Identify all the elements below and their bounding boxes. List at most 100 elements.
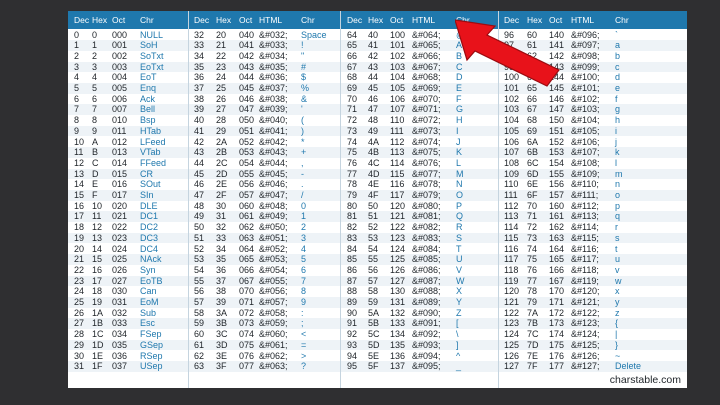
cell-chr: h [615,115,621,126]
cell-hex: 70 [527,200,538,211]
cell-dec: 5 [74,83,80,93]
cell-oct: 155 [549,168,565,179]
cell-html: &#053; [259,254,288,265]
cell-chr: I [456,125,459,136]
cell-chr: EoM [140,297,159,307]
cell-hex: 40 [368,29,379,40]
cell-dec: 110 [504,179,519,190]
cell-html: &#101; [571,83,600,93]
cell-chr: * [301,136,305,147]
cell-hex: 2E [216,179,228,190]
cell-chr: Delete [615,361,642,372]
cell-oct: 116 [390,179,405,190]
header-chr-1: Chr [140,15,154,25]
cell-hex: 1D [92,339,104,350]
cell-hex: 4D [368,168,380,179]
cell-dec: 72 [347,115,358,126]
cell-dec: 76 [347,157,358,168]
cell-chr: VTab [140,147,161,158]
cell-oct: 011 [112,125,127,136]
cell-dec: 81 [347,211,358,222]
cell-dec: 2 [74,50,80,61]
cell-hex: 3F [216,361,227,372]
cell-oct: 107 [390,104,406,115]
cell-html: &#050; [259,222,288,233]
cell-dec: 125 [504,339,520,350]
cell-hex: 0 [92,29,98,40]
cell-dec: 108 [504,157,520,168]
cell-hex: 4A [368,136,380,147]
cell-hex: 6A [527,136,539,147]
cell-hex: 76 [527,264,538,275]
cell-dec: 58 [194,307,205,318]
cell-dec: 25 [74,297,85,307]
cell-html: &#121; [571,297,600,307]
cell-hex: 50 [368,200,379,211]
cell-dec: 93 [347,339,358,350]
cell-chr: SIn [140,190,154,200]
cell-oct: 164 [549,243,565,254]
cell-chr: Bell [140,104,156,115]
cell-chr: ] [456,339,459,350]
cell-hex: 2B [216,147,228,158]
cell-dec: 116 [504,243,519,254]
cell-hex: 26 [216,93,227,104]
cell-chr: NAck [140,254,162,265]
cell-hex: 71 [527,211,538,222]
cell-html: &#067; [412,61,441,72]
cell-hex: 2A [216,136,228,147]
cell-chr: f [615,93,618,104]
cell-dec: 107 [504,147,520,158]
cell-dec: 103 [504,104,520,115]
cell-chr: w [615,275,622,286]
cell-dec: 111 [504,190,518,200]
cell-html: &#081; [412,211,441,222]
cell-dec: 70 [347,93,358,104]
cell-hex: 36 [216,264,227,275]
cell-oct: 003 [112,61,128,72]
cell-html: &#035; [259,61,288,72]
cell-hex: 1A [92,307,104,318]
cell-chr: Syn [140,264,156,275]
cell-hex: 77 [527,275,538,286]
cell-html: &#055; [259,275,288,286]
cell-html: &#092; [412,329,441,340]
cell-html: &#115; [571,232,599,243]
cell-hex: 5C [368,329,380,340]
cell-chr: DLE [140,200,158,211]
cell-oct: 173 [549,318,565,329]
cell-chr: L [456,157,462,168]
cell-chr: r [615,222,618,233]
cell-chr: EoTB [140,275,163,286]
cell-html: &#056; [259,286,288,297]
cell-chr: Y [456,297,463,307]
cell-hex: 11 [92,211,102,222]
cell-html: &#119; [571,275,599,286]
cell-hex: 3B [216,318,228,329]
cell-html: &#057; [259,297,288,307]
cell-hex: 8 [92,115,98,126]
cell-chr: ( [301,115,304,126]
ascii-table: Dec Hex Oct Chr Dec Hex Oct HTML Chr Dec Hex Oct HTM… [68,11,687,388]
cell-dec: 11 [74,147,84,158]
cell-chr: Esc [140,318,156,329]
cell-oct: 127 [390,275,406,286]
cell-oct: 137 [390,361,406,372]
cell-oct: 104 [390,72,406,83]
cell-hex: 5F [368,361,379,372]
cell-chr: Can [140,286,157,297]
cell-chr: M [456,168,464,179]
cell-dec: 86 [347,264,358,275]
cell-hex: 3A [216,307,228,318]
cell-oct: 134 [390,329,406,340]
cell-chr: 4 [301,243,307,254]
cell-hex: F [92,190,98,200]
cell-dec: 89 [347,297,358,307]
cell-chr: 2 [301,222,307,233]
cell-hex: 72 [527,222,538,233]
cell-hex: 78 [527,286,538,297]
cell-hex: 20 [216,29,227,40]
cell-hex: 10 [92,200,103,211]
cell-oct: 041 [239,40,255,51]
cell-dec: 21 [74,254,85,265]
